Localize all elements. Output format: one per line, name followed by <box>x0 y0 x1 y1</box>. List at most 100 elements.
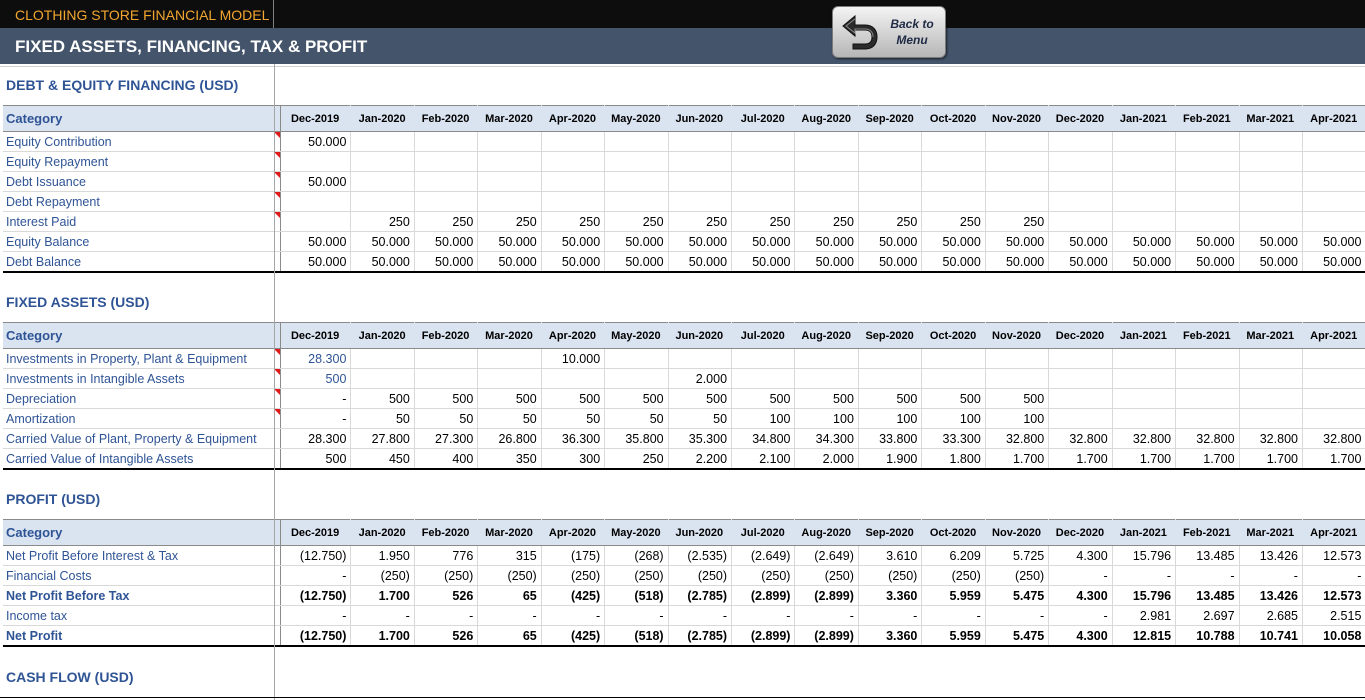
value-cell[interactable] <box>477 191 542 212</box>
value-cell[interactable] <box>1048 388 1113 409</box>
value-cell[interactable] <box>921 348 986 369</box>
value-cell[interactable] <box>1112 151 1177 172</box>
value-cell[interactable] <box>477 131 542 152</box>
value-cell[interactable] <box>985 191 1050 212</box>
back-to-menu-button[interactable]: Back to Menu <box>832 6 946 58</box>
value-cell[interactable]: 50.000 <box>280 131 352 152</box>
value-cell[interactable] <box>1239 191 1303 212</box>
value-cell[interactable] <box>541 171 606 192</box>
value-cell[interactable] <box>1239 151 1303 172</box>
value-cell[interactable] <box>604 191 669 212</box>
value-cell[interactable] <box>858 348 923 369</box>
value-cell[interactable] <box>414 171 479 192</box>
value-cell[interactable] <box>1302 131 1365 152</box>
value-cell[interactable] <box>280 211 352 232</box>
value-cell[interactable] <box>1302 151 1365 172</box>
value-cell[interactable]: 500 <box>280 368 352 389</box>
value-cell[interactable] <box>1239 408 1303 429</box>
value-cell[interactable] <box>794 131 859 152</box>
value-cell[interactable] <box>668 171 733 192</box>
value-cell[interactable] <box>541 368 606 389</box>
value-cell[interactable]: - <box>280 408 352 429</box>
value-cell[interactable] <box>350 368 415 389</box>
value-cell[interactable] <box>414 348 479 369</box>
value-cell[interactable] <box>731 348 796 369</box>
value-cell[interactable] <box>604 348 669 369</box>
value-cell[interactable] <box>414 191 479 212</box>
value-cell[interactable] <box>985 151 1050 172</box>
value-cell[interactable] <box>1112 348 1177 369</box>
value-cell[interactable] <box>1239 388 1303 409</box>
value-cell[interactable] <box>985 131 1050 152</box>
value-cell[interactable]: 500 <box>414 388 479 409</box>
value-cell[interactable] <box>668 348 733 369</box>
value-cell[interactable]: 500 <box>350 388 415 409</box>
value-cell[interactable] <box>794 171 859 192</box>
value-cell[interactable] <box>280 151 352 172</box>
value-cell[interactable] <box>1175 171 1240 192</box>
value-cell[interactable]: 50.000 <box>280 171 352 192</box>
value-cell[interactable] <box>1175 211 1240 232</box>
value-cell[interactable] <box>1175 388 1240 409</box>
value-cell[interactable] <box>477 348 542 369</box>
value-cell[interactable]: 250 <box>604 211 669 232</box>
value-cell[interactable] <box>1048 151 1113 172</box>
value-cell[interactable] <box>1302 191 1365 212</box>
value-cell[interactable]: 500 <box>985 388 1050 409</box>
value-cell[interactable] <box>477 171 542 192</box>
value-cell[interactable] <box>477 368 542 389</box>
value-cell[interactable] <box>1175 151 1240 172</box>
value-cell[interactable] <box>921 131 986 152</box>
value-cell[interactable]: 500 <box>477 388 542 409</box>
value-cell[interactable] <box>350 171 415 192</box>
value-cell[interactable] <box>1048 171 1113 192</box>
value-cell[interactable] <box>414 151 479 172</box>
value-cell[interactable] <box>668 191 733 212</box>
value-cell[interactable]: 250 <box>668 211 733 232</box>
value-cell[interactable] <box>1175 408 1240 429</box>
value-cell[interactable] <box>604 151 669 172</box>
value-cell[interactable] <box>921 368 986 389</box>
value-cell[interactable] <box>1302 211 1365 232</box>
value-cell[interactable] <box>858 191 923 212</box>
value-cell[interactable] <box>985 368 1050 389</box>
value-cell[interactable]: 250 <box>731 211 796 232</box>
value-cell[interactable] <box>541 191 606 212</box>
value-cell[interactable]: 500 <box>858 388 923 409</box>
value-cell[interactable] <box>985 171 1050 192</box>
value-cell[interactable]: 50 <box>477 408 542 429</box>
value-cell[interactable] <box>668 131 733 152</box>
value-cell[interactable] <box>858 151 923 172</box>
value-cell[interactable] <box>414 368 479 389</box>
value-cell[interactable]: 10.000 <box>541 348 606 369</box>
value-cell[interactable]: 500 <box>604 388 669 409</box>
value-cell[interactable] <box>1175 348 1240 369</box>
value-cell[interactable] <box>350 348 415 369</box>
value-cell[interactable]: 500 <box>668 388 733 409</box>
value-cell[interactable] <box>1048 408 1113 429</box>
value-cell[interactable] <box>1112 408 1177 429</box>
value-cell[interactable] <box>1239 348 1303 369</box>
value-cell[interactable] <box>1302 348 1365 369</box>
value-cell[interactable] <box>1302 408 1365 429</box>
value-cell[interactable] <box>1048 368 1113 389</box>
value-cell[interactable]: 2.000 <box>668 368 733 389</box>
value-cell[interactable] <box>541 151 606 172</box>
value-cell[interactable] <box>1239 368 1303 389</box>
value-cell[interactable]: 250 <box>414 211 479 232</box>
value-cell[interactable] <box>1175 368 1240 389</box>
value-cell[interactable] <box>731 171 796 192</box>
value-cell[interactable] <box>1048 131 1113 152</box>
value-cell[interactable]: 50 <box>541 408 606 429</box>
value-cell[interactable] <box>668 151 733 172</box>
value-cell[interactable]: 250 <box>858 211 923 232</box>
value-cell[interactable]: 100 <box>921 408 986 429</box>
value-cell[interactable] <box>1239 131 1303 152</box>
value-cell[interactable]: 500 <box>541 388 606 409</box>
value-cell[interactable] <box>1048 211 1113 232</box>
value-cell[interactable]: 28.300 <box>280 348 352 369</box>
value-cell[interactable]: 250 <box>477 211 542 232</box>
value-cell[interactable] <box>1239 171 1303 192</box>
value-cell[interactable] <box>731 368 796 389</box>
value-cell[interactable] <box>350 191 415 212</box>
